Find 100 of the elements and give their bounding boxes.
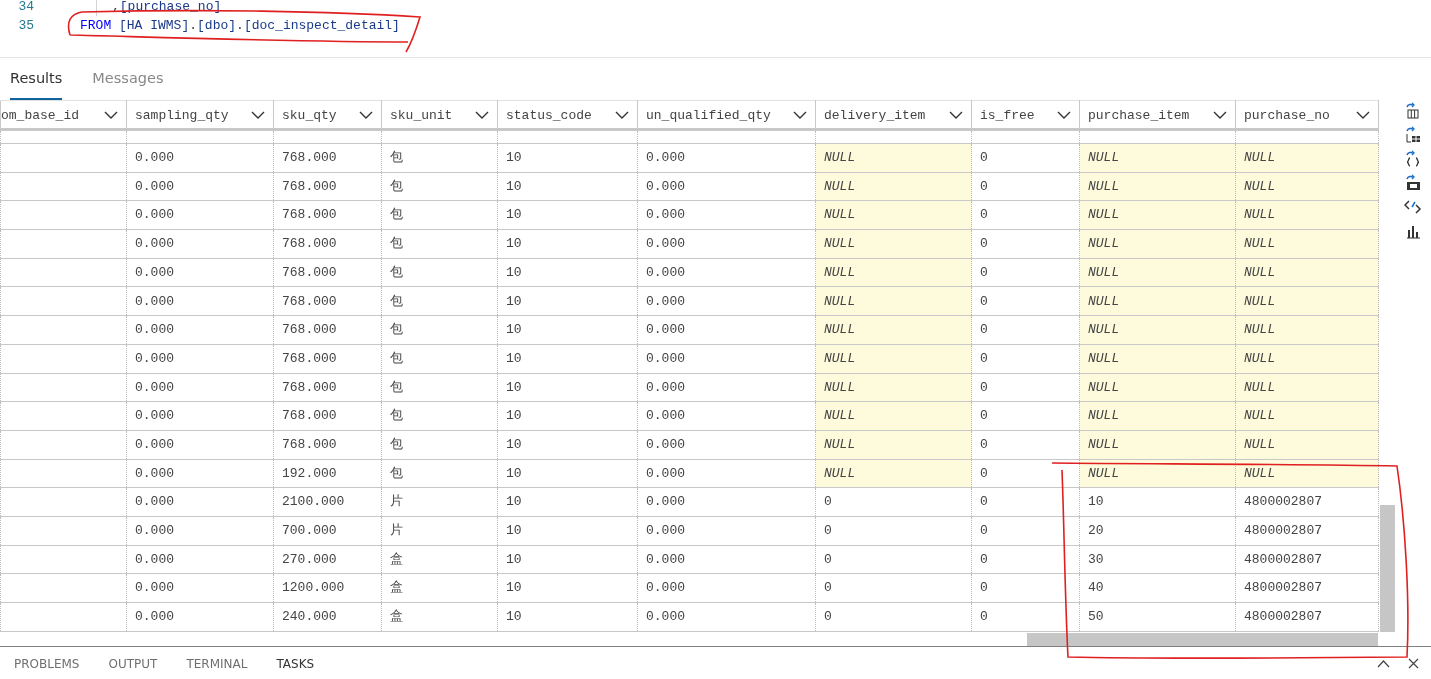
- export-braces-icon[interactable]: [1404, 150, 1422, 167]
- null-value: NULL: [1088, 350, 1120, 366]
- horizontal-scrollbar-thumb[interactable]: [1027, 633, 1378, 646]
- null-value: NULL: [1088, 264, 1120, 280]
- table-cell: 0.000: [135, 408, 174, 424]
- panel-tab[interactable]: TASKS: [276, 654, 315, 673]
- table-cell: 10: [506, 436, 522, 452]
- chevron-down-icon[interactable]: [793, 111, 807, 120]
- null-value: NULL: [824, 293, 856, 309]
- null-value: NULL: [824, 150, 856, 166]
- null-value: NULL: [1244, 379, 1276, 395]
- table-cell: 10: [506, 350, 522, 366]
- null-value: NULL: [1244, 207, 1276, 223]
- table-cell: 0: [980, 609, 988, 625]
- table-cell: 1200.000: [282, 580, 345, 596]
- table-cell: 0: [824, 551, 832, 567]
- table-cell: 10: [506, 609, 522, 625]
- null-value: NULL: [1088, 322, 1120, 338]
- table-cell: 0: [824, 609, 832, 625]
- vertical-scrollbar-thumb[interactable]: [1380, 505, 1395, 632]
- table-cell: 10: [506, 264, 522, 280]
- chevron-down-icon[interactable]: [1057, 111, 1071, 120]
- table-cell: 0.000: [135, 236, 174, 252]
- table-cell: 0: [980, 580, 988, 596]
- null-value: NULL: [1088, 379, 1120, 395]
- table-cell: 192.000: [282, 465, 337, 481]
- table-cell: 0: [980, 465, 988, 481]
- table-cell: 0.000: [135, 178, 174, 194]
- swap-arrows-icon[interactable]: [1404, 198, 1422, 215]
- table-cell: 10: [506, 379, 522, 395]
- table-cell: 包: [390, 379, 403, 395]
- null-value: NULL: [1244, 236, 1276, 252]
- table-cell: 240.000: [282, 609, 337, 625]
- results-tab[interactable]: Messages: [92, 62, 164, 100]
- panel-tab[interactable]: PROBLEMS: [14, 654, 80, 673]
- chevron-down-icon[interactable]: [475, 111, 489, 120]
- table-cell: 0: [980, 150, 988, 166]
- table-cell: 盒: [390, 580, 403, 596]
- null-value: NULL: [1088, 436, 1120, 452]
- table-cell: 0.000: [135, 350, 174, 366]
- table-cell: 0.000: [135, 436, 174, 452]
- table-cell: 4800002807: [1244, 551, 1322, 567]
- null-value: NULL: [1244, 264, 1276, 280]
- table-cell: 10: [506, 551, 522, 567]
- table-cell: 0.000: [646, 379, 685, 395]
- chevron-down-icon[interactable]: [615, 111, 629, 120]
- null-value: NULL: [1244, 293, 1276, 309]
- table-cell: 0.000: [135, 264, 174, 280]
- close-icon[interactable]: [1408, 658, 1419, 669]
- chevron-down-icon[interactable]: [104, 111, 118, 120]
- table-cell: 0.000: [646, 150, 685, 166]
- table-cell: 0.000: [646, 436, 685, 452]
- chevron-down-icon[interactable]: [251, 111, 265, 120]
- null-value: NULL: [1088, 465, 1120, 481]
- table-cell: 0.000: [135, 523, 174, 539]
- table-cell: 0.000: [135, 465, 174, 481]
- table-cell: 768.000: [282, 293, 337, 309]
- chevron-down-icon[interactable]: [949, 111, 963, 120]
- export-grid-icon[interactable]: [1404, 126, 1422, 143]
- export-document-icon[interactable]: [1404, 174, 1422, 191]
- export-table-icon[interactable]: [1404, 102, 1422, 119]
- table-cell: 0: [980, 379, 988, 395]
- table-cell: 0: [824, 494, 832, 510]
- table-cell: 0.000: [646, 264, 685, 280]
- null-value: NULL: [1244, 465, 1276, 481]
- table-cell: 10: [506, 494, 522, 510]
- chevron-up-icon[interactable]: [1377, 659, 1390, 668]
- table-cell: 768.000: [282, 150, 337, 166]
- table-cell: 0.000: [135, 379, 174, 395]
- table-cell: 768.000: [282, 207, 337, 223]
- chevron-down-icon[interactable]: [1213, 111, 1227, 120]
- table-cell: 0.000: [135, 150, 174, 166]
- table-cell: 盒: [390, 551, 403, 567]
- table-cell: 10: [506, 465, 522, 481]
- chevron-down-icon[interactable]: [359, 111, 373, 120]
- table-cell: 768.000: [282, 264, 337, 280]
- null-value: NULL: [824, 436, 856, 452]
- table-cell: 0: [980, 436, 988, 452]
- table-cell: 768.000: [282, 350, 337, 366]
- table-cell: 包: [390, 465, 403, 481]
- table-cell: 10: [506, 207, 522, 223]
- table-cell: 0.000: [135, 494, 174, 510]
- table-cell: 10: [1088, 494, 1104, 510]
- null-value: NULL: [1088, 150, 1120, 166]
- null-value: NULL: [824, 264, 856, 280]
- chevron-down-icon[interactable]: [1356, 111, 1370, 120]
- table-cell: 0: [980, 293, 988, 309]
- table-cell: 0.000: [646, 236, 685, 252]
- panel-tab[interactable]: OUTPUT: [108, 654, 158, 673]
- null-value: NULL: [824, 178, 856, 194]
- table-cell: 10: [506, 150, 522, 166]
- table-cell: 0: [824, 523, 832, 539]
- table-cell: 768.000: [282, 436, 337, 452]
- panel-tab[interactable]: TERMINAL: [186, 654, 248, 673]
- table-cell: 768.000: [282, 379, 337, 395]
- table-cell: 0.000: [135, 580, 174, 596]
- null-value: NULL: [1244, 178, 1276, 194]
- table-cell: 10: [506, 523, 522, 539]
- table-cell: 包: [390, 436, 403, 452]
- null-value: NULL: [824, 322, 856, 338]
